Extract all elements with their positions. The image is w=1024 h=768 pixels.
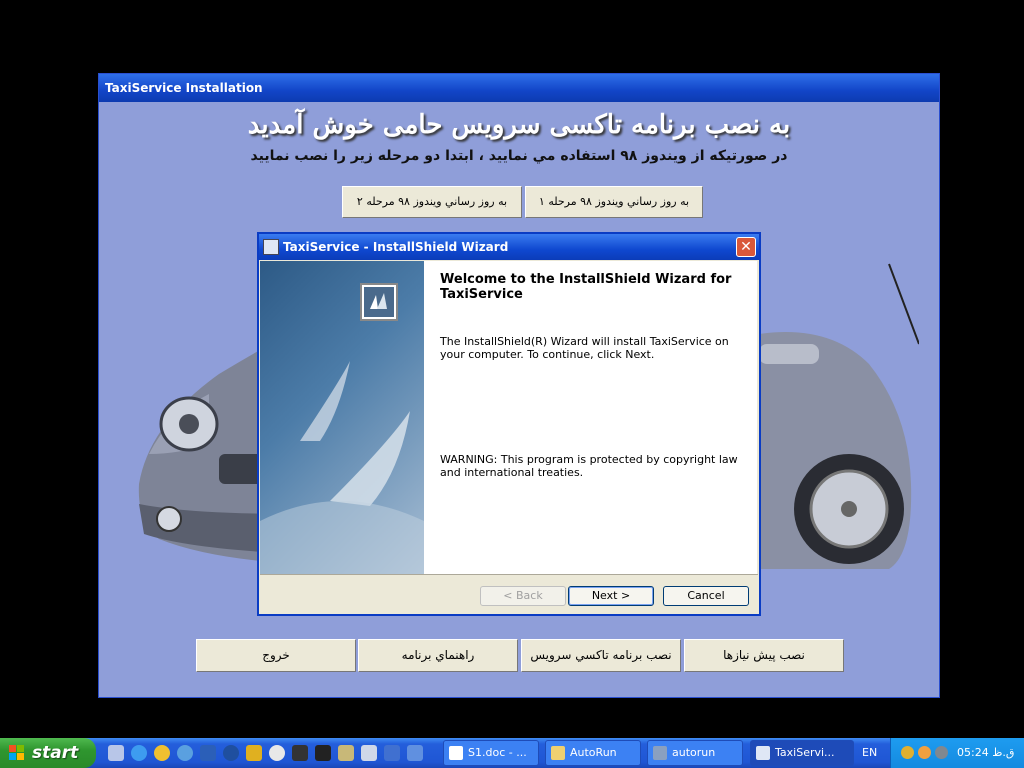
- firefox-icon[interactable]: [177, 745, 193, 761]
- sail-graphic-icon: [260, 361, 424, 574]
- win98-update-step1-button[interactable]: به روز رساني ويندوز ۹۸ مرحله ۱: [525, 186, 703, 218]
- cancel-button[interactable]: Cancel: [663, 586, 749, 606]
- tray-tool-icon[interactable]: [918, 746, 931, 759]
- app-icon[interactable]: [315, 745, 331, 761]
- tray-speaker-icon[interactable]: [935, 746, 948, 759]
- messenger-icon[interactable]: [154, 745, 170, 761]
- wizard-titlebar[interactable]: TaxiService - InstallShield Wizard ✕: [259, 234, 759, 260]
- start-button[interactable]: start: [0, 738, 96, 768]
- installer-title: TaxiService Installation: [99, 74, 939, 102]
- installer-icon: [263, 239, 279, 255]
- folder-icon[interactable]: [338, 745, 354, 761]
- language-indicator[interactable]: EN: [862, 738, 888, 768]
- task-label: TaxiServi...: [775, 746, 835, 759]
- wizard-title: TaxiService - InstallShield Wizard: [283, 240, 509, 254]
- show-desktop-icon[interactable]: [108, 745, 124, 761]
- taskbar: start S1.doc - ... AutoRun autorun TaxiS…: [0, 738, 1024, 768]
- task-label: S1.doc - ...: [468, 746, 527, 759]
- windows-logo-icon: [9, 745, 24, 760]
- wizard-heading: Welcome to the InstallShield Wizard for …: [440, 272, 732, 302]
- installer-icon: [756, 746, 770, 760]
- installer-subheading: در صورتیکه از ویندوز ۹۸ استفاده مي نمايي…: [250, 148, 788, 164]
- ie-icon[interactable]: [131, 745, 147, 761]
- media-icon[interactable]: [269, 745, 285, 761]
- app-icon[interactable]: [407, 745, 423, 761]
- wizard-content: Welcome to the InstallShield Wizard for …: [424, 261, 757, 574]
- system-tray: 05:24 ق.ظ: [890, 738, 1024, 768]
- tool-icon[interactable]: [292, 745, 308, 761]
- word-document-icon: [449, 746, 463, 760]
- installer-heading: به نصب برنامه تاکسی سرویس حامی خوش آمدید: [247, 110, 791, 140]
- acrobat-icon[interactable]: [223, 745, 239, 761]
- program-help-button[interactable]: راهنماي برنامه: [358, 639, 518, 672]
- task-s1-doc[interactable]: S1.doc - ...: [443, 740, 539, 766]
- winamp-icon[interactable]: [246, 745, 262, 761]
- task-label: AutoRun: [570, 746, 617, 759]
- close-icon[interactable]: ✕: [736, 237, 756, 257]
- start-label: start: [32, 743, 79, 763]
- exit-button[interactable]: خروج: [196, 639, 356, 672]
- word-icon[interactable]: [200, 745, 216, 761]
- task-autorun-folder[interactable]: AutoRun: [545, 740, 641, 766]
- next-button[interactable]: Next >: [568, 586, 654, 606]
- program-icon: [653, 746, 667, 760]
- clock[interactable]: 05:24 ق.ظ: [957, 738, 1014, 768]
- folder-icon: [551, 746, 565, 760]
- network-icon[interactable]: [361, 745, 377, 761]
- task-taxiservice[interactable]: TaxiServi...: [750, 740, 854, 766]
- task-autorun[interactable]: autorun: [647, 740, 743, 766]
- installshield-logo: [360, 283, 398, 321]
- window-icon[interactable]: [384, 745, 400, 761]
- wizard-body-text: The InstallShield(R) Wizard will install…: [440, 335, 729, 361]
- wizard-warning-text: WARNING: This program is protected by co…: [440, 453, 738, 479]
- installshield-wizard-dialog: TaxiService - InstallShield Wizard ✕ Wel…: [257, 232, 761, 616]
- install-taxi-service-button[interactable]: نصب برنامه تاکسي سرويس: [521, 639, 681, 672]
- win98-update-step2-button[interactable]: به روز رساني ويندوز ۹۸ مرحله ۲: [342, 186, 522, 218]
- install-prerequisites-button[interactable]: نصب پيش نيازها: [684, 639, 844, 672]
- task-label: autorun: [672, 746, 716, 759]
- wizard-side-banner: [260, 261, 424, 574]
- tray-app-icon[interactable]: [901, 746, 914, 759]
- back-button[interactable]: < Back: [480, 586, 566, 606]
- wizard-separator: [260, 574, 758, 575]
